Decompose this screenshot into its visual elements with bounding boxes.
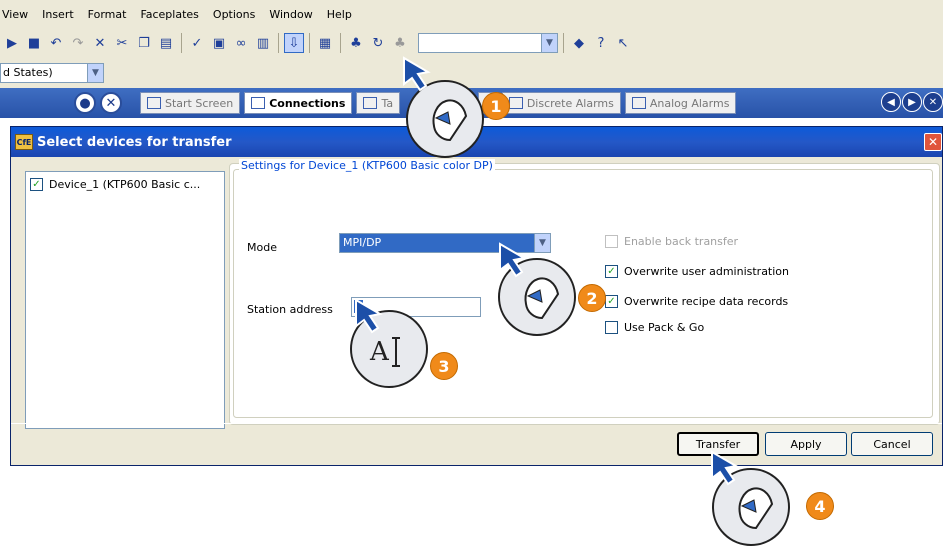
simulate-icon[interactable]: ▣	[209, 33, 229, 53]
language-select[interactable]: d States) ▼	[0, 63, 104, 83]
connect-icon[interactable]: ∞	[231, 33, 251, 53]
analog-alarms-icon	[631, 97, 646, 109]
callout-1: 1	[482, 92, 510, 120]
svg-text:A: A	[369, 337, 390, 367]
select-devices-dialog: CfE Select devices for transfer ✕ ✓ Devi…	[10, 126, 943, 466]
tab-navigation: ◀ ▶ ✕	[881, 92, 943, 112]
callout-2: 2	[578, 284, 606, 312]
help-topic-icon[interactable]: ?	[591, 33, 611, 53]
menu-window[interactable]: Window	[269, 8, 312, 21]
toolbar-separator	[278, 33, 279, 53]
tab-next-icon[interactable]: ▶	[902, 92, 922, 112]
discrete-alarms-icon	[508, 97, 523, 109]
list-item[interactable]: ✓ Device_1 (KTP600 Basic c...	[30, 178, 220, 191]
option-label: Overwrite recipe data records	[624, 295, 789, 308]
option-label: Enable back transfer	[624, 235, 739, 248]
chevron-down-icon[interactable]: ▼	[534, 234, 550, 252]
connections-icon	[251, 97, 266, 109]
toolbar-separator	[181, 33, 182, 53]
toolbar-combo[interactable]: ▼	[418, 33, 558, 53]
checkbox[interactable]	[605, 321, 618, 334]
menu-faceplates[interactable]: Faceplates	[140, 8, 198, 21]
menu-options[interactable]: Options	[213, 8, 255, 21]
option-overwrite-user-admin[interactable]: ✓ Overwrite user administration	[605, 265, 789, 278]
chevron-down-icon[interactable]: ▼	[87, 64, 103, 82]
menu-help[interactable]: Help	[327, 8, 352, 21]
menu-insert[interactable]: Insert	[42, 8, 74, 21]
toolbar-separator	[340, 33, 341, 53]
menu-view[interactable]: View	[2, 8, 28, 21]
option-enable-back-transfer[interactable]: Enable back transfer	[605, 235, 738, 248]
accessible-devices-icon[interactable]: ▥	[253, 33, 273, 53]
diagnostics-icon[interactable]: ◆	[569, 33, 589, 53]
toolbar-separator	[563, 33, 564, 53]
cross-reference-icon[interactable]: ↻	[368, 33, 388, 53]
mode-value: MPI/DP	[343, 236, 382, 249]
option-label: Overwrite user administration	[624, 265, 789, 278]
tab-label: Analog Alarms	[649, 96, 730, 110]
tags-icon	[363, 97, 378, 109]
option-label: Use Pack & Go	[624, 321, 705, 334]
dialog-title: Select devices for transfer	[37, 134, 232, 150]
tab-analog-alarms[interactable]: Analog Alarms	[624, 92, 737, 114]
tab-tags[interactable]: Ta	[356, 92, 401, 114]
checkbox[interactable]: ✓	[605, 265, 618, 278]
callout-4: 4	[806, 492, 834, 520]
apply-button[interactable]: Apply	[765, 432, 847, 456]
tab-label: Discrete Alarms	[526, 96, 614, 110]
chevron-down-icon[interactable]: ▼	[541, 34, 557, 52]
paste-icon[interactable]: ▤	[156, 33, 176, 53]
context-help-icon[interactable]: ↖	[613, 33, 633, 53]
cut-icon[interactable]: ✂	[112, 33, 132, 53]
checkbox[interactable]: ✓	[605, 295, 618, 308]
screen-icon	[147, 97, 161, 109]
toolbar-separator	[309, 33, 310, 53]
device-label: Device_1 (KTP600 Basic c...	[49, 178, 201, 191]
option-overwrite-recipe[interactable]: ✓ Overwrite recipe data records	[605, 295, 788, 308]
tab-label: Connections	[269, 96, 346, 110]
replace-icon[interactable]: ♣	[390, 33, 410, 53]
app-icon: CfE	[15, 134, 33, 150]
station-address-label: Station address	[247, 303, 333, 316]
compile-icon[interactable]: ✓	[187, 33, 207, 53]
cancel-button[interactable]: Cancel	[851, 432, 933, 456]
mode-label: Mode	[247, 241, 277, 254]
menu-bar: View Insert Format Faceplates Options Wi…	[0, 0, 943, 28]
save-icon[interactable]: ■	[24, 33, 44, 53]
group-title: Settings for Device_1 (KTP600 Basic colo…	[239, 159, 495, 172]
option-use-pack-go[interactable]: Use Pack & Go	[605, 321, 704, 334]
pin-icon[interactable]: ●	[74, 92, 96, 114]
cursor-arrow-icon	[711, 450, 739, 486]
device-checkbox[interactable]: ✓	[30, 178, 43, 191]
tab-prev-icon[interactable]: ◀	[881, 92, 901, 112]
cursor-arrow-icon	[403, 56, 431, 92]
main-toolbar: ▶ ■ ↶ ↷ ✕ ✂ ❐ ▤ ✓ ▣ ∞ ▥ ⇩ ▦ ♣ ↻ ♣ ▼ ◆ ? …	[0, 28, 943, 58]
cursor-arrow-icon	[355, 298, 383, 334]
close-icon[interactable]: ✕	[924, 133, 942, 151]
callout-3: 3	[430, 352, 458, 380]
menu-format[interactable]: Format	[88, 8, 127, 21]
copy-icon[interactable]: ❐	[134, 33, 154, 53]
divider	[11, 423, 942, 424]
object-list-icon[interactable]: ▦	[315, 33, 335, 53]
tab-close-icon[interactable]: ✕	[923, 92, 943, 112]
tab-label: Ta	[381, 96, 394, 110]
find-icon[interactable]: ♣	[346, 33, 366, 53]
tab-connections[interactable]: Connections	[244, 92, 353, 114]
close-editor-icon[interactable]: ✕	[100, 92, 122, 114]
undo-icon[interactable]: ↶	[46, 33, 66, 53]
language-value: d States)	[3, 66, 53, 79]
redo-icon[interactable]: ↷	[68, 33, 88, 53]
transfer-icon[interactable]: ⇩	[284, 33, 304, 53]
tab-discrete-alarms[interactable]: Discrete Alarms	[501, 92, 621, 114]
device-list: ✓ Device_1 (KTP600 Basic c...	[25, 171, 225, 429]
checkbox[interactable]	[605, 235, 618, 248]
delete-icon[interactable]: ✕	[90, 33, 110, 53]
cursor-arrow-icon	[499, 242, 527, 278]
tab-label: Start Screen	[165, 96, 234, 110]
tab-start-screen[interactable]: Start Screen	[140, 92, 241, 114]
open-folder-icon[interactable]: ▶	[2, 33, 22, 53]
